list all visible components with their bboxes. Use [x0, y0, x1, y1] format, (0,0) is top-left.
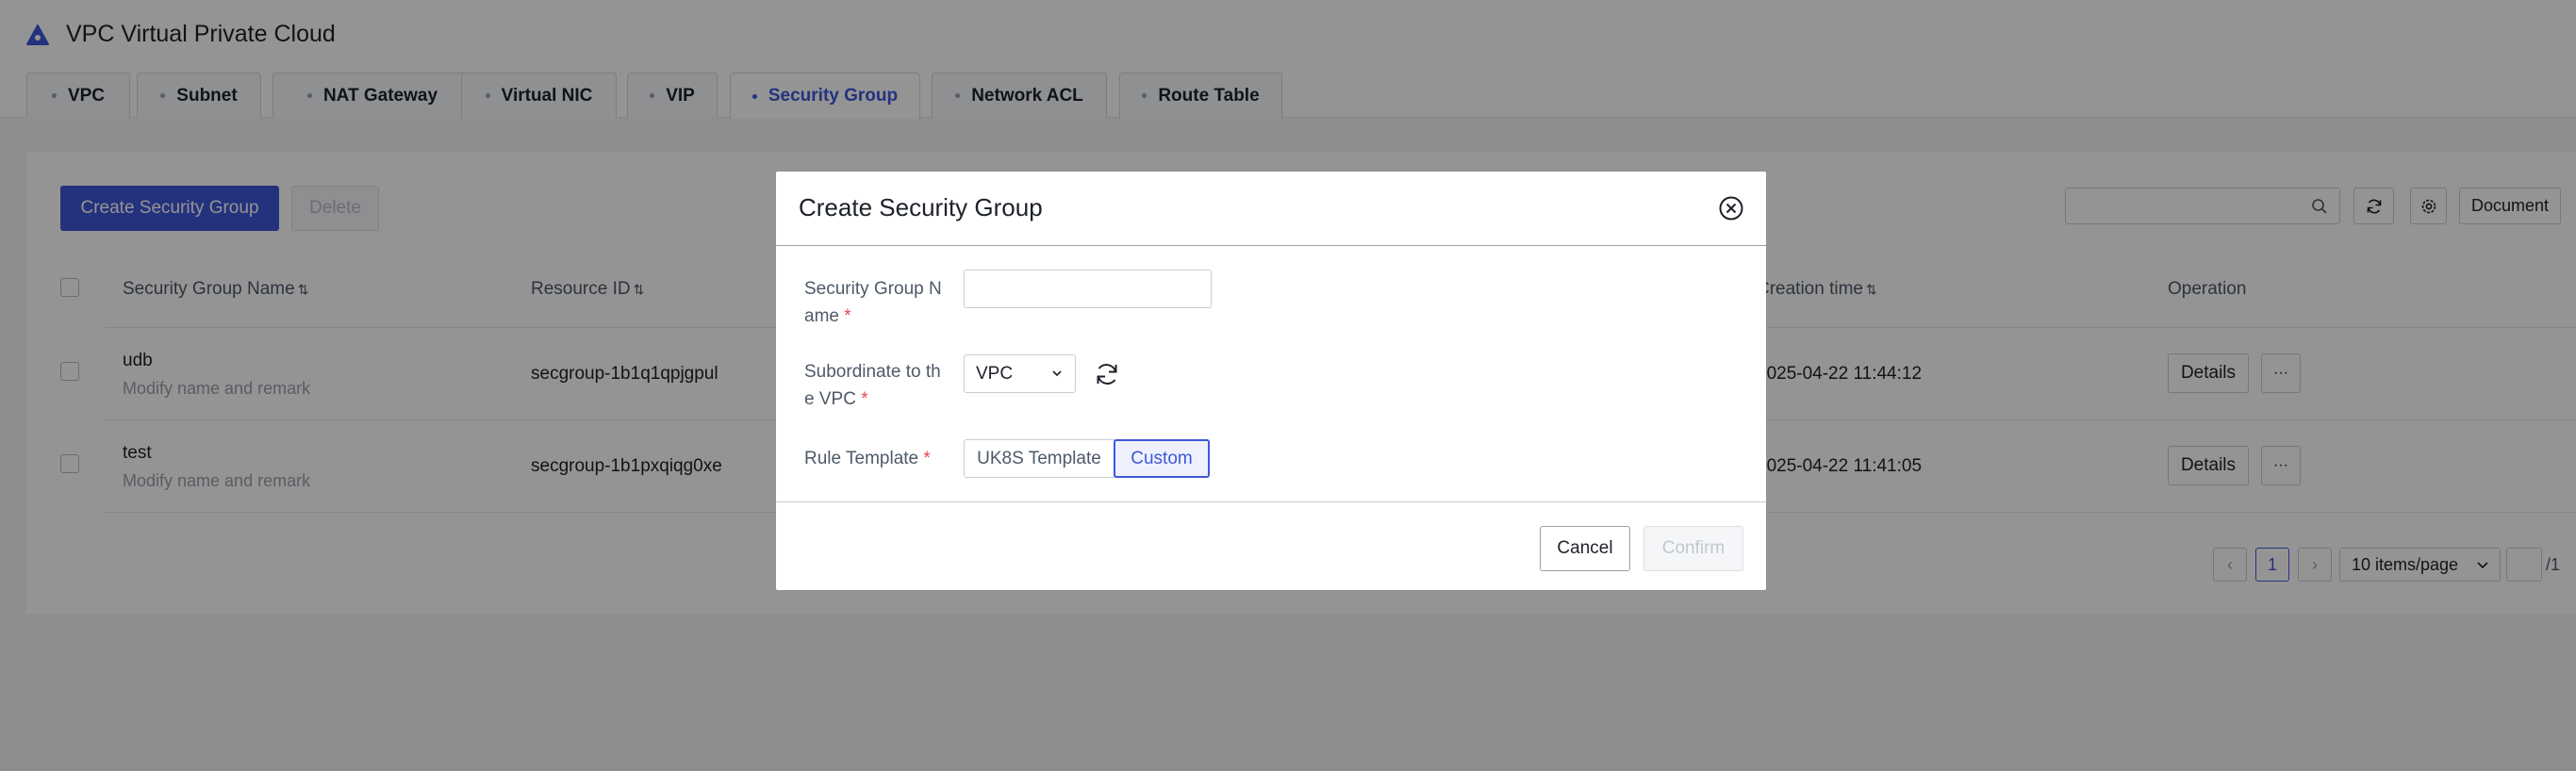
security-group-name-field[interactable] — [964, 270, 1212, 308]
vpc-select[interactable]: VPC — [964, 354, 1076, 393]
chevron-down-icon — [1052, 370, 1062, 377]
confirm-button[interactable]: Confirm — [1643, 526, 1743, 571]
template-option-custom[interactable]: Custom — [1114, 439, 1210, 478]
rule-template-label: Rule Template * — [804, 449, 931, 468]
template-option-uk8s[interactable]: UK8S Template — [964, 439, 1115, 478]
vpc-label: Subordinate to th e VPC * — [804, 362, 941, 409]
refresh-vpc-icon[interactable] — [1093, 360, 1121, 388]
security-group-name-label: Security Group N ame * — [804, 279, 942, 326]
dialog-header-divider — [776, 245, 1766, 246]
close-icon[interactable] — [1717, 194, 1745, 222]
dialog-title: Create Security Group — [799, 193, 1043, 221]
create-security-group-dialog: Create Security Group Security Group N a… — [776, 172, 1766, 590]
security-group-name-input[interactable] — [974, 271, 1200, 306]
cancel-button[interactable]: Cancel — [1540, 526, 1630, 571]
dialog-footer-divider — [776, 501, 1766, 502]
